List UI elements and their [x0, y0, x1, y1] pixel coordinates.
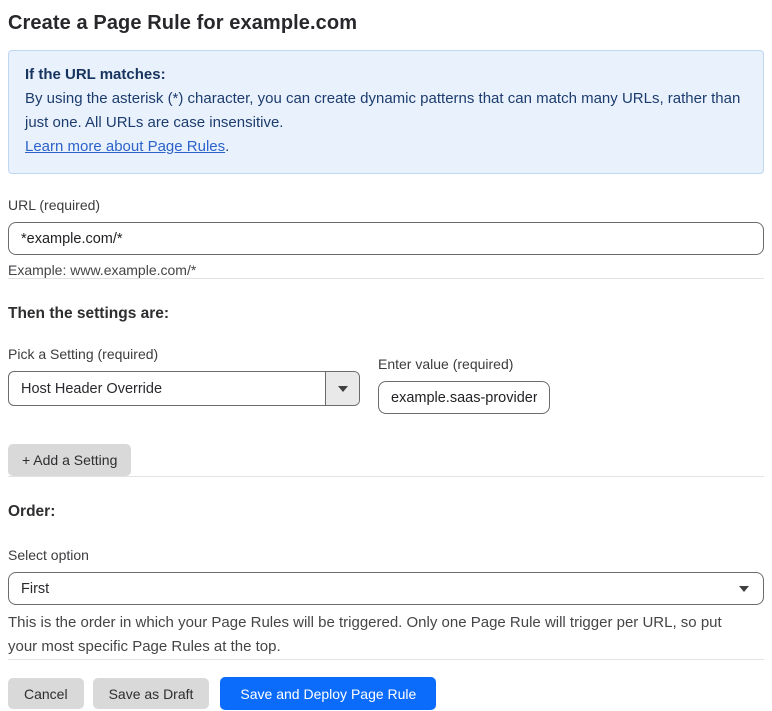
chevron-down-icon: [739, 585, 749, 592]
link-suffix-text: .: [225, 138, 230, 155]
cancel-button[interactable]: Cancel: [8, 678, 84, 709]
divider: [8, 278, 764, 279]
order-select[interactable]: First: [8, 572, 764, 605]
url-input[interactable]: [8, 222, 764, 255]
add-setting-button[interactable]: + Add a Setting: [8, 444, 132, 476]
footer-actions: Cancel Save as Draft Save and Deploy Pag…: [8, 677, 764, 710]
setting-dropdown-value: Host Header Override: [21, 380, 163, 397]
divider: [8, 659, 764, 660]
page-title: Create a Page Rule for example.com: [8, 12, 358, 34]
create-page-rule-form: Create a Page Rule for example.com If th…: [0, 0, 772, 710]
url-example-helper: Example: www.example.com/*: [8, 262, 197, 278]
enter-value-column: Enter value (required): [378, 356, 550, 414]
order-select-label: Select option: [8, 547, 89, 563]
save-as-draft-button[interactable]: Save as Draft: [92, 678, 210, 709]
chevron-down-icon: [337, 385, 348, 392]
order-section-heading: Order:: [8, 503, 56, 520]
order-select-value: First: [21, 580, 50, 597]
settings-section-heading: Then the settings are:: [8, 305, 170, 322]
learn-more-link[interactable]: Learn more about Page Rules: [25, 138, 225, 155]
info-box-link-line: Learn more about Page Rules.: [25, 135, 747, 159]
info-box-heading: If the URL matches:: [25, 66, 166, 83]
setting-value-input[interactable]: [378, 381, 550, 414]
divider: [8, 476, 764, 477]
pick-setting-label: Pick a Setting (required): [8, 346, 159, 362]
order-help-text: This is the order in which your Page Rul…: [8, 614, 722, 655]
pick-setting-column: Pick a Setting (required) Host Header Ov…: [8, 346, 360, 406]
enter-value-label: Enter value (required): [378, 356, 514, 372]
dropdown-arrow-button[interactable]: [325, 372, 359, 405]
url-field-label: URL (required): [8, 197, 101, 213]
info-box-body: By using the asterisk (*) character, you…: [25, 90, 741, 131]
url-match-info-box: If the URL matches: By using the asteris…: [8, 50, 764, 174]
save-and-deploy-button[interactable]: Save and Deploy Page Rule: [220, 677, 437, 710]
settings-row: Pick a Setting (required) Host Header Ov…: [8, 346, 764, 414]
setting-dropdown[interactable]: Host Header Override: [8, 371, 360, 406]
